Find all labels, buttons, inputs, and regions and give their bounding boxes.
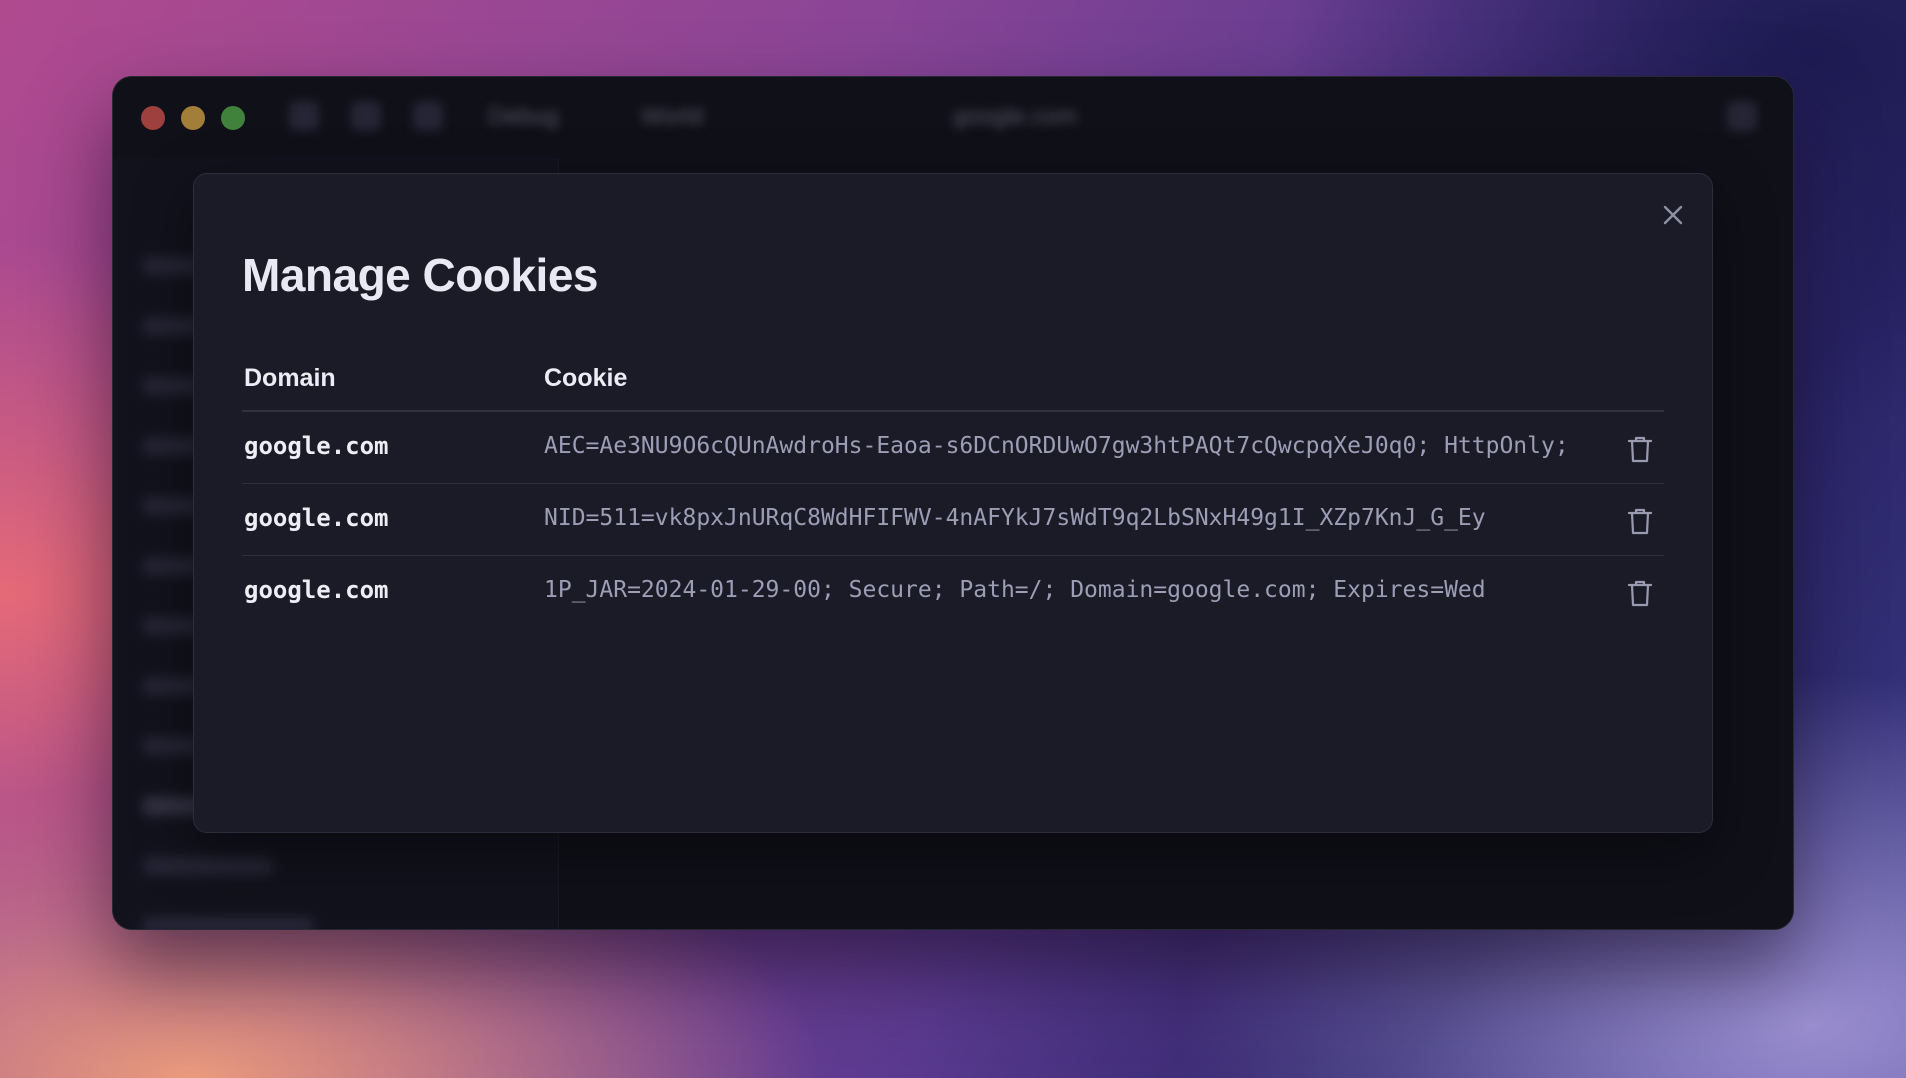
cookie-value: NID=511=vk8pxJnURqC8WdHFIFWV-4nAFYkJ7sWd…: [544, 505, 1486, 531]
table-header: Domain Cookie: [242, 356, 1664, 412]
trash-icon[interactable]: [1626, 434, 1654, 464]
column-header-domain: Domain: [244, 364, 336, 392]
manage-cookies-dialog: Manage Cookies Domain Cookie google.com …: [193, 173, 1713, 833]
dialog-title: Manage Cookies: [242, 249, 599, 301]
cookie-domain: google.com: [244, 504, 389, 532]
trash-icon[interactable]: [1626, 578, 1654, 608]
table-row: google.com 1P_JAR=2024-01-29-00; Secure;…: [242, 556, 1664, 628]
close-icon[interactable]: [1658, 200, 1688, 230]
cookie-domain: google.com: [244, 432, 389, 460]
column-header-cookie: Cookie: [544, 364, 628, 392]
cookie-domain: google.com: [244, 576, 389, 604]
trash-icon[interactable]: [1626, 506, 1654, 536]
cookie-value: 1P_JAR=2024-01-29-00; Secure; Path=/; Do…: [544, 577, 1486, 603]
cookies-table: Domain Cookie google.com AEC=Ae3NU9O6cQU…: [242, 356, 1664, 628]
cookie-value: AEC=Ae3NU9O6cQUnAwdroHs-Eaoa-s6DCnORDUwO…: [544, 433, 1584, 459]
table-row: google.com NID=511=vk8pxJnURqC8WdHFIFWV-…: [242, 484, 1664, 556]
table-row: google.com AEC=Ae3NU9O6cQUnAwdroHs-Eaoa-…: [242, 412, 1664, 484]
